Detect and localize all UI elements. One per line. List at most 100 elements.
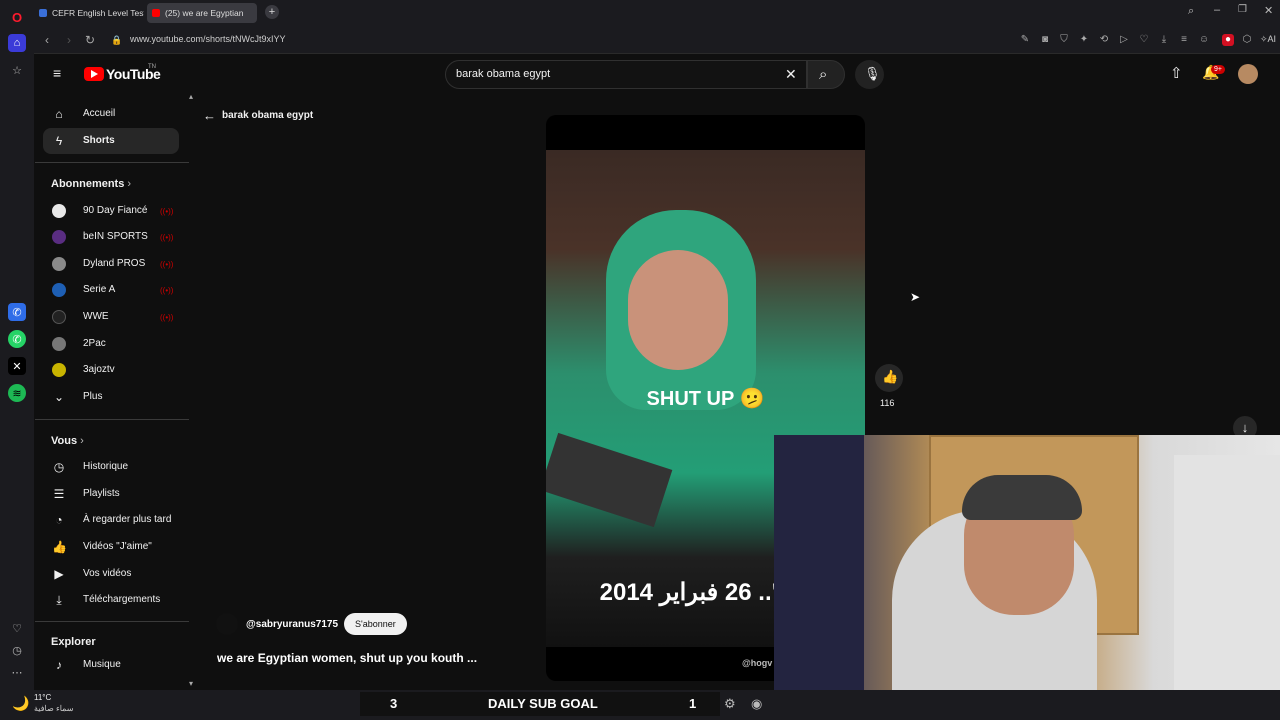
back-icon[interactable]: ‹ — [40, 33, 54, 47]
short-title[interactable]: we are Egyptian women, shut up you kouth… — [217, 651, 477, 665]
star-icon[interactable]: ☆ — [8, 61, 26, 79]
upload-icon[interactable]: ⇧ — [1170, 64, 1183, 82]
minimize-icon[interactable]: – — [1214, 4, 1220, 16]
sidebar-scroll-up-icon[interactable]: ▴ — [189, 92, 193, 101]
cube-icon[interactable]: ⬡ — [1241, 34, 1253, 46]
steam-icon[interactable]: ◉ — [751, 696, 762, 712]
search-query-text[interactable]: barak obama egypt — [456, 68, 550, 80]
you-heading[interactable]: Vous › — [51, 435, 84, 447]
heart-icon[interactable]: ♡ — [8, 619, 26, 637]
sidebar-item-liked-videos[interactable]: 👍 Vidéos "J'aime" — [43, 534, 179, 560]
url-field[interactable]: www.youtube.com/shorts/tNWcJt9xIYY — [130, 34, 286, 44]
play-icon[interactable]: ▷ — [1118, 34, 1130, 46]
close-icon[interactable]: ✕ — [1264, 4, 1273, 17]
download-icon[interactable]: ⤓ — [1158, 34, 1170, 46]
history-icon[interactable]: ◷ — [8, 641, 26, 659]
mouse-cursor-icon: ➤ — [910, 290, 921, 304]
back-to-search-link[interactable]: barak obama egypt — [222, 110, 313, 121]
sidebar-item-subscription[interactable]: Serie A ((•)) — [43, 277, 179, 303]
avatar[interactable] — [1238, 64, 1258, 84]
ai-label: AI — [1267, 34, 1277, 44]
video-caption: SHUT UP 🫤 — [646, 388, 765, 410]
sidebar-item-subscription[interactable]: 90 Day Fiancé ((•)) — [43, 198, 179, 224]
sidebar-item-playlists[interactable]: ☰ Playlists — [43, 481, 179, 507]
live-icon: ((•)) — [160, 233, 174, 242]
channel-avatar[interactable] — [216, 613, 238, 635]
tab-cefr[interactable]: CEFR English Level Test - I — [34, 3, 144, 23]
tab-label: CEFR English Level Test - I — [52, 8, 144, 18]
youtube-logo-icon[interactable] — [84, 67, 104, 81]
history-icon: ◷ — [53, 460, 65, 474]
camera-icon[interactable]: ◙ — [1039, 34, 1051, 46]
cap — [962, 475, 1082, 520]
tab-label: (25) we are Egyptian — [165, 8, 244, 18]
sidebar-item-subscription[interactable]: WWE ((•)) — [43, 304, 179, 330]
profile-icon[interactable]: ☺ — [1198, 34, 1210, 46]
browser-sidebar: O ⌂ ☆ ✆ ✆ ✕ ≋ ♡ ◷ ⋯ — [0, 0, 34, 690]
video-watermark: @hogv — [742, 658, 773, 668]
reload-icon[interactable]: ↻ — [83, 33, 97, 47]
like-count: 116 — [880, 398, 895, 408]
sidebar-item-subscription[interactable]: 2Pac — [43, 331, 179, 357]
live-icon: ((•)) — [160, 207, 174, 216]
menu-icon[interactable]: ≡ — [1178, 34, 1190, 46]
channel-avatar — [52, 337, 66, 351]
live-icon: ((•)) — [160, 260, 174, 269]
tab-youtube[interactable]: (25) we are Egyptian — [147, 3, 257, 23]
whatsapp-icon[interactable]: ✆ — [8, 330, 26, 348]
playlist-icon: ☰ — [53, 487, 65, 501]
edit-icon[interactable]: ✎ — [1019, 34, 1031, 46]
subscriptions-label: Abonnements — [51, 178, 125, 190]
shield-icon[interactable]: ⛉ — [1058, 34, 1070, 46]
messenger-icon[interactable]: ✆ — [8, 303, 26, 321]
sidebar-item-music[interactable]: ♪ Musique — [43, 652, 179, 678]
sidebar-item-label: Serie A — [83, 284, 116, 295]
person-face — [628, 250, 728, 370]
sidebar-item-subscription[interactable]: 3ajoztv — [43, 357, 179, 383]
clear-search-icon[interactable]: ✕ — [785, 66, 797, 83]
sidebar-item-home[interactable]: ⌂ Accueil — [43, 101, 179, 127]
channel-avatar — [52, 363, 66, 377]
channel-name[interactable]: @sabryuranus7175 — [246, 619, 338, 630]
live-icon: ((•)) — [160, 286, 174, 295]
new-tab-button[interactable]: + — [265, 5, 279, 19]
sidebar-item-shorts[interactable]: ϟ Shorts — [43, 128, 179, 154]
sidebar-item-more[interactable]: ⌄ Plus — [43, 384, 179, 410]
hamburger-menu-icon[interactable]: ≡ — [53, 66, 67, 80]
more-icon[interactable]: ⋯ — [8, 663, 26, 681]
home-icon[interactable]: ⌂ — [8, 34, 26, 52]
subscribe-button[interactable]: S'abonner — [344, 613, 407, 635]
forward-icon[interactable]: › — [62, 33, 76, 47]
extension-icon[interactable]: ✦ — [1078, 34, 1090, 46]
sidebar-item-history[interactable]: ◷ Historique — [43, 454, 179, 480]
sidebar-item-your-videos[interactable]: ▶ Vos vidéos — [43, 561, 179, 587]
like-button[interactable]: 👍 — [875, 364, 903, 392]
search-tabs-icon[interactable]: ⌕ — [1188, 5, 1194, 18]
sidebar-scroll-down-icon[interactable]: ▾ — [189, 679, 193, 688]
you-label: Vous — [51, 435, 78, 447]
opera-addon-icon[interactable]: ● — [1222, 34, 1234, 46]
microphone — [546, 432, 673, 528]
goal-label: DAILY SUB GOAL — [488, 696, 598, 711]
mic-icon: 🎙 — [864, 66, 881, 81]
sidebar-item-subscription[interactable]: Dyland PROS ((•)) — [43, 251, 179, 277]
thumbs-up-icon: 👍 — [52, 540, 67, 554]
sidebar-item-downloads[interactable]: ⤓ Téléchargements — [43, 587, 179, 613]
sidebar-item-subscription[interactable]: beIN SPORTS ((•)) — [43, 224, 179, 250]
heart-icon[interactable]: ♡ — [1138, 34, 1150, 46]
spotify-icon[interactable]: ≋ — [8, 384, 26, 402]
voice-search-button[interactable]: 🎙 — [855, 60, 884, 89]
back-arrow-icon[interactable]: ← — [203, 108, 216, 123]
search-button[interactable]: ⌕ — [807, 60, 845, 89]
opera-logo-icon[interactable]: O — [8, 8, 26, 26]
maximize-icon[interactable]: ❐ — [1238, 4, 1247, 15]
ai-button[interactable]: ✧AI — [1260, 34, 1280, 47]
translate-icon[interactable]: ⟲ — [1098, 34, 1110, 46]
subscriptions-heading[interactable]: Abonnements › — [51, 178, 131, 190]
sidebar-item-watch-later[interactable]: ◔ À regarder plus tard — [43, 507, 179, 533]
region-code: TN — [148, 64, 156, 70]
thumbs-up-icon: 👍 — [882, 369, 899, 384]
sidebar-item-label: Accueil — [83, 108, 116, 119]
x-icon[interactable]: ✕ — [8, 357, 26, 375]
taskbar-app-icon[interactable]: ⚙ — [724, 696, 736, 712]
